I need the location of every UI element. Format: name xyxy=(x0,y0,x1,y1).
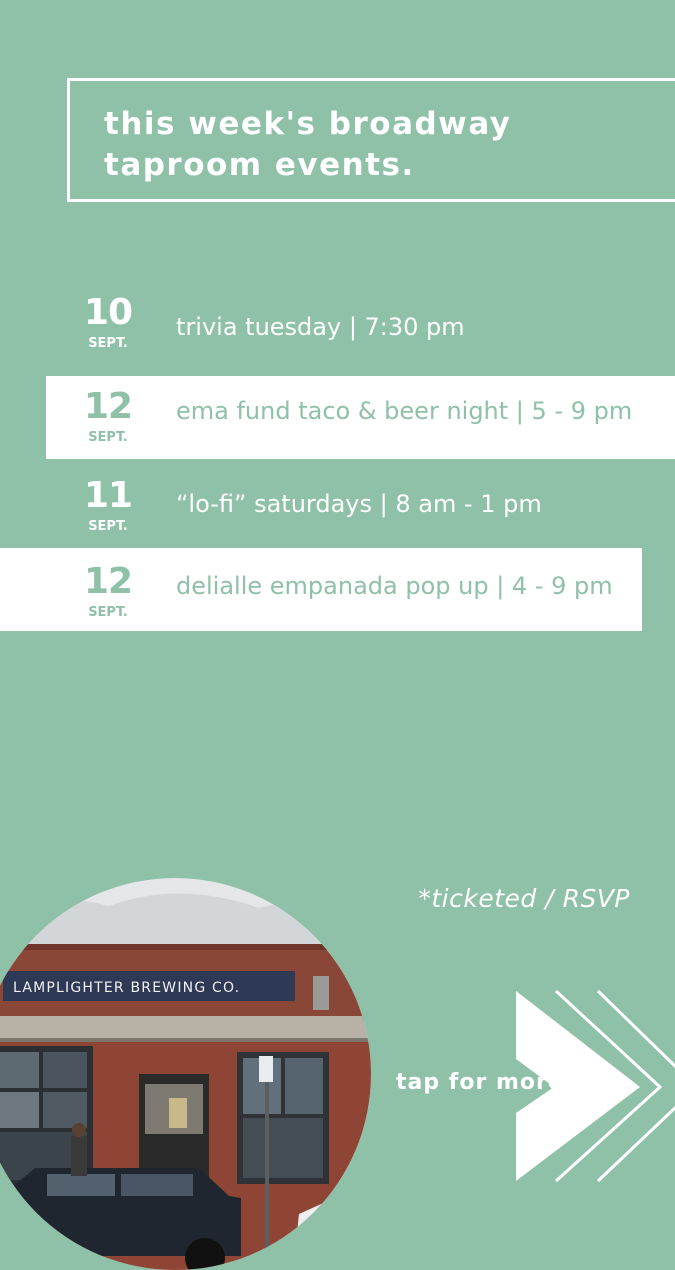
event-date: 12 SEPT. xyxy=(84,386,133,447)
event-date: 12 SEPT. xyxy=(84,561,133,622)
event-month: SEPT. xyxy=(88,519,128,534)
event-title: ema fund taco & beer night | 5 - 9 pm xyxy=(176,397,633,425)
event-month: SEPT. xyxy=(88,430,128,445)
event-date: 10 SEPT. xyxy=(84,292,133,353)
tap-for-more-button[interactable]: tap for more xyxy=(396,1070,564,1095)
ticketed-note: *ticketed / RSVP xyxy=(418,884,630,913)
event-day: 12 xyxy=(84,386,133,427)
event-title: delialle empanada pop up | 4 - 9 pm xyxy=(176,572,613,600)
event-date: 11 SEPT. xyxy=(84,475,133,536)
title-line-1: this week's broadway xyxy=(104,106,512,142)
brewery-photo: LAMPLIGHTER BREWING CO. xyxy=(0,878,371,1270)
event-day: 10 xyxy=(84,292,133,333)
event-day: 11 xyxy=(84,475,133,516)
event-month: SEPT. xyxy=(88,336,128,351)
page-title: this week's broadway taproom events. xyxy=(104,104,604,186)
event-title: trivia tuesday | 7:30 pm xyxy=(176,313,465,341)
title-line-2: taproom events. xyxy=(104,147,415,183)
event-month: SEPT. xyxy=(88,605,128,620)
event-day: 12 xyxy=(84,561,133,602)
brewery-sign-text: LAMPLIGHTER BREWING CO. xyxy=(13,980,240,996)
event-title: “lo-fi” saturdays | 8 am - 1 pm xyxy=(176,490,542,518)
brewery-illustration: LAMPLIGHTER BREWING CO. xyxy=(0,878,371,1270)
